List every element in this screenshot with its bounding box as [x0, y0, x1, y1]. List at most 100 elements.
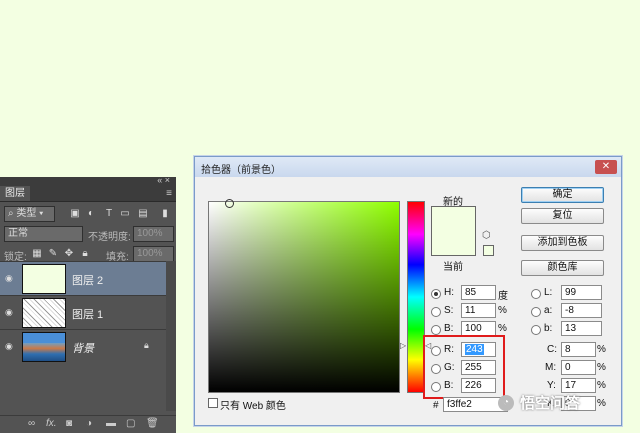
- lab-b-input[interactable]: 13: [561, 321, 602, 336]
- link-layers-icon[interactable]: ∞: [28, 418, 35, 429]
- blend-mode-value: 正常: [8, 228, 28, 239]
- b-radio[interactable]: [431, 325, 441, 335]
- layer-row-background[interactable]: ◉ 背景 🔒︎: [0, 329, 166, 363]
- reset-button[interactable]: 复位: [521, 208, 604, 224]
- blend-row: 正常 不透明度: 100%: [0, 223, 176, 245]
- c-input[interactable]: 8: [561, 342, 596, 357]
- m-input[interactable]: 0: [561, 360, 596, 375]
- h-radio[interactable]: [431, 289, 441, 299]
- s-radio[interactable]: [431, 307, 441, 317]
- layer-lock-icon: 🔒︎: [144, 340, 149, 350]
- panel-menu-icon[interactable]: ≡: [166, 186, 172, 201]
- layers-scrollbar[interactable]: [166, 261, 176, 411]
- layer-thumbnail: [22, 332, 66, 362]
- color-libraries-button[interactable]: 颜色库: [521, 260, 604, 276]
- b-unit: %: [498, 323, 507, 334]
- lock-pixels-icon[interactable]: ✎: [48, 249, 58, 259]
- layer-name: 图层 1: [72, 309, 104, 321]
- layers-panel: « × 图层 ≡ ⌕ 类型 ▾ ▣ ◐ T ▭ ▤ ▮ 正常 不透明度: 100…: [0, 175, 176, 433]
- g-input[interactable]: 255: [461, 360, 496, 375]
- fill-input[interactable]: 100%: [133, 246, 174, 262]
- filter-kind-select[interactable]: ⌕ 类型 ▾: [4, 206, 55, 222]
- filter-toggle-icon[interactable]: ▮: [160, 209, 170, 219]
- add-to-swatches-button[interactable]: 添加到色板: [521, 235, 604, 251]
- g-label: G:: [444, 362, 455, 373]
- visibility-eye-icon[interactable]: ◉: [5, 274, 15, 283]
- layers-tab[interactable]: 图层: [0, 186, 30, 201]
- color-field-marker[interactable]: [225, 199, 234, 208]
- layer-thumbnail: [22, 298, 66, 328]
- lab-b-radio[interactable]: [531, 325, 541, 335]
- hex-label: #: [433, 400, 439, 411]
- ok-button[interactable]: 确定: [521, 187, 604, 203]
- opacity-input[interactable]: 100%: [133, 226, 174, 242]
- s-label: S:: [444, 305, 454, 316]
- c-label: C:: [547, 344, 557, 355]
- collapse-icon[interactable]: « ×: [157, 175, 170, 185]
- h-input[interactable]: 85: [461, 285, 496, 300]
- layer-style-icon[interactable]: fx.: [46, 418, 57, 429]
- layer-name: 背景: [72, 343, 94, 355]
- add-mask-icon[interactable]: ◙: [66, 418, 72, 429]
- layer-row-layer2[interactable]: ◉ 图层 2: [0, 261, 166, 295]
- a-radio[interactable]: [531, 307, 541, 317]
- hue-slider-left-arrow[interactable]: ▷: [400, 341, 406, 350]
- k-unit: %: [597, 398, 606, 409]
- watermark-logo-icon: ◔: [498, 395, 514, 411]
- close-button[interactable]: ✕: [595, 160, 617, 174]
- s-unit: %: [498, 305, 507, 316]
- a-input[interactable]: -8: [561, 303, 602, 318]
- g-radio[interactable]: [431, 364, 441, 374]
- watermark: 悟空问答: [520, 395, 581, 412]
- web-colors-only-label: 只有 Web 颜色: [220, 401, 286, 412]
- l-input[interactable]: 99: [561, 285, 602, 300]
- visibility-eye-icon[interactable]: ◉: [5, 308, 15, 317]
- type-filter-icon[interactable]: T: [104, 209, 114, 219]
- out-of-gamut-cube-icon[interactable]: ⬡: [482, 230, 491, 241]
- dialog-titlebar: 拾色器（前景色） ✕: [195, 157, 621, 177]
- web-safe-swatch[interactable]: [483, 245, 494, 256]
- web-colors-only-checkbox[interactable]: [208, 398, 218, 408]
- r-input[interactable]: 243: [461, 342, 496, 357]
- smart-object-filter-icon[interactable]: ▤: [138, 209, 148, 219]
- visibility-eye-icon[interactable]: ◉: [5, 342, 15, 351]
- blue-radio[interactable]: [431, 382, 441, 392]
- layer-row-layer1[interactable]: ◉ 图层 1: [0, 295, 166, 329]
- new-color-swatch: [431, 206, 476, 256]
- m-label: M:: [545, 362, 557, 373]
- blend-mode-select[interactable]: 正常: [4, 226, 83, 242]
- lab-b-label: b:: [544, 323, 553, 334]
- layer-thumbnail: [22, 264, 66, 294]
- h-unit: 度: [498, 291, 508, 302]
- new-group-icon[interactable]: ▬: [106, 418, 116, 429]
- r-label: R:: [444, 344, 454, 355]
- r-radio[interactable]: [431, 346, 441, 356]
- a-label: a:: [544, 305, 553, 316]
- shape-filter-icon[interactable]: ▭: [120, 209, 130, 219]
- l-radio[interactable]: [531, 289, 541, 299]
- blue-input[interactable]: 226: [461, 378, 496, 393]
- layers-bottom-bar: ∞ fx. ◙ ◑ ▬ ▢ 🗑︎: [0, 415, 176, 433]
- color-picker-dialog: 拾色器（前景色） ✕ ▷ ◁ 新的 ⬡ 当前 确定 复位 添加到色板 颜色库 H…: [194, 156, 622, 426]
- r-value: 243: [465, 344, 484, 355]
- lock-transparency-icon[interactable]: ▦: [32, 249, 42, 259]
- lock-all-icon[interactable]: 🔒︎: [80, 249, 90, 259]
- blue-label: B:: [444, 380, 454, 391]
- adjustment-layer-icon[interactable]: ◑: [86, 418, 92, 429]
- new-layer-icon[interactable]: ▢: [126, 418, 135, 429]
- c-unit: %: [597, 344, 606, 355]
- layers-tab-row: 图层 ≡: [0, 186, 176, 202]
- delete-layer-icon[interactable]: 🗑︎: [146, 418, 159, 429]
- panel-topbar: « ×: [0, 175, 176, 186]
- fill-value: 100%: [137, 248, 163, 259]
- saturation-brightness-field[interactable]: [208, 201, 400, 393]
- adjustment-filter-icon[interactable]: ◐: [86, 209, 96, 219]
- pixel-filter-icon[interactable]: ▣: [70, 209, 80, 219]
- dialog-title: 拾色器（前景色）: [201, 165, 281, 176]
- layer-name: 图层 2: [72, 275, 104, 287]
- lock-position-icon[interactable]: ✥: [64, 249, 74, 259]
- s-input[interactable]: 11: [461, 303, 496, 318]
- h-label: H:: [444, 287, 454, 298]
- b-input[interactable]: 100: [461, 321, 496, 336]
- y-input[interactable]: 17: [561, 378, 596, 393]
